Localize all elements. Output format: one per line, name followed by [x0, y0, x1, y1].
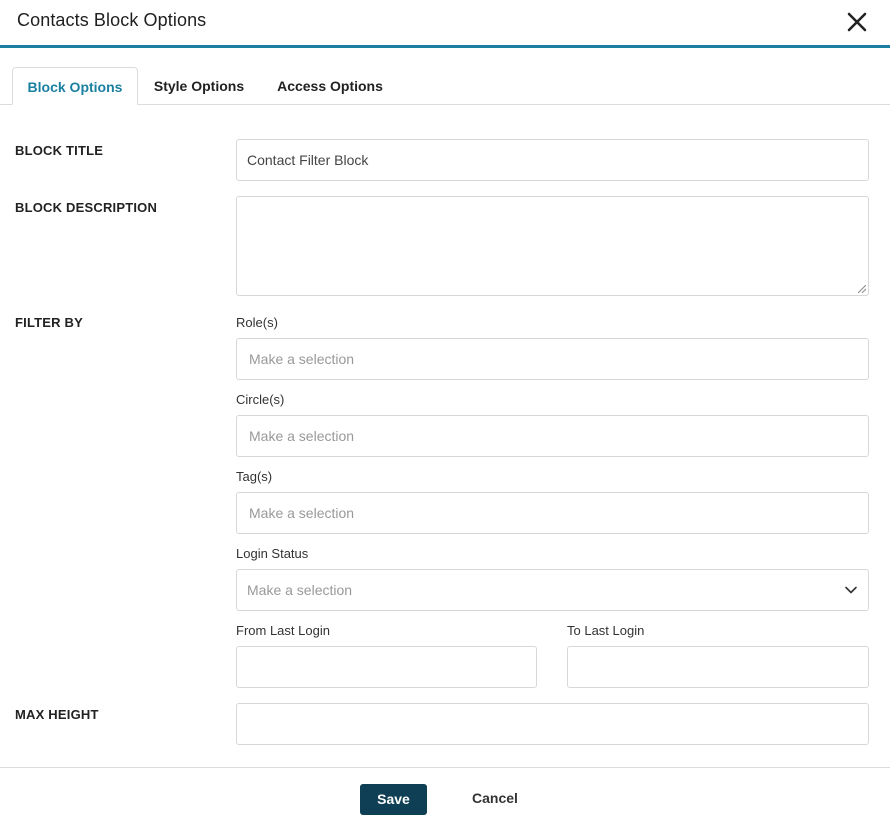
from-last-login-label: From Last Login [236, 623, 330, 638]
tags-placeholder: Make a selection [249, 505, 355, 521]
cancel-button[interactable]: Cancel [472, 784, 518, 815]
to-last-login-label: To Last Login [567, 623, 645, 638]
tags-label: Tag(s) [236, 469, 273, 484]
circles-select[interactable]: Make a selection [236, 415, 869, 457]
login-status-placeholder: Make a selection [247, 582, 353, 598]
dialog-footer: Save Cancel [0, 767, 890, 820]
close-icon [847, 12, 867, 32]
circles-label: Circle(s) [236, 392, 285, 407]
from-last-login-input[interactable] [236, 646, 537, 688]
resize-grip-icon[interactable] [858, 285, 866, 293]
chevron-down-icon [845, 586, 857, 594]
tags-select[interactable]: Make a selection [236, 492, 869, 534]
block-description-label: BLOCK DESCRIPTION [15, 200, 158, 215]
circles-placeholder: Make a selection [249, 428, 355, 444]
block-title-input[interactable]: Contact Filter Block [236, 139, 869, 181]
tab-access-options[interactable]: Access Options [268, 67, 392, 105]
block-description-textarea[interactable] [236, 196, 869, 296]
max-height-input[interactable] [236, 703, 869, 745]
block-title-label: BLOCK TITLE [15, 143, 104, 158]
roles-select[interactable]: Make a selection [236, 338, 869, 380]
max-height-label: MAX HEIGHT [15, 707, 99, 722]
tab-bar: Block Options Style Options Access Optio… [0, 67, 890, 105]
dialog-header: Contacts Block Options [0, 0, 890, 48]
roles-label: Role(s) [236, 315, 278, 330]
login-status-select[interactable]: Make a selection [236, 569, 869, 611]
block-title-value: Contact Filter Block [247, 152, 369, 168]
tab-style-options[interactable]: Style Options [145, 67, 253, 105]
dialog-title: Contacts Block Options [17, 10, 207, 30]
tab-block-options[interactable]: Block Options [12, 67, 138, 105]
close-button[interactable] [843, 8, 871, 36]
roles-placeholder: Make a selection [249, 351, 355, 367]
filter-by-label: FILTER BY [15, 315, 83, 330]
login-status-label: Login Status [236, 546, 309, 561]
save-button[interactable]: Save [360, 784, 427, 815]
to-last-login-input[interactable] [567, 646, 869, 688]
